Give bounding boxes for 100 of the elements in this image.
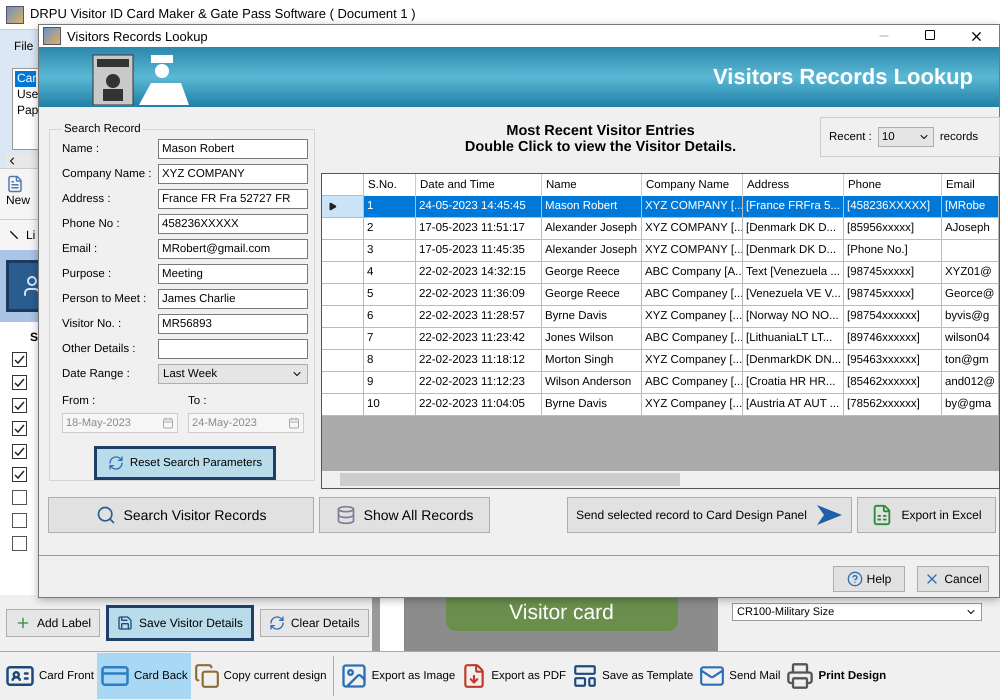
column-header[interactable]: Address (743, 174, 844, 196)
checkbox[interactable] (12, 352, 27, 367)
table-cell: XYZ Companey [... (642, 306, 743, 328)
recent-dropdown[interactable]: 10 (878, 127, 934, 147)
row-header (322, 174, 364, 196)
input-field[interactable]: XYZ COMPANY (158, 164, 308, 184)
checkbox[interactable] (12, 490, 27, 505)
printer-icon (786, 662, 814, 690)
toolbar-button[interactable]: Save as Template (569, 653, 696, 699)
checkbox[interactable] (12, 375, 27, 390)
table-cell: 5 (364, 284, 416, 306)
input-field[interactable]: MR56893 (158, 314, 308, 334)
input-field[interactable]: James Charlie (158, 289, 308, 309)
input-field[interactable]: France FR Fra 52727 FR (158, 189, 308, 209)
input-field[interactable]: Mason Robert (158, 139, 308, 159)
toolbar-button[interactable]: Copy current design (190, 653, 330, 699)
table-cell: 22-02-2023 11:18:12 (416, 350, 542, 372)
checkbox[interactable] (12, 536, 27, 551)
reset-button[interactable]: Reset Search Parameters (94, 446, 276, 480)
list-item[interactable]: Use (15, 87, 38, 103)
date-range-dropdown[interactable]: Last Week (158, 364, 308, 384)
input-field[interactable]: MRobert@gmail.com (158, 239, 308, 259)
checkbox[interactable] (12, 398, 27, 413)
checkbox[interactable] (12, 467, 27, 482)
toolbar-button[interactable]: Print Design (783, 653, 890, 699)
tool-label[interactable]: New (6, 193, 30, 207)
table-row[interactable]: 6 22-02-2023 11:28:57 Byrne Davis XYZ Companey [... [Norway NO NO... [98754xxxxxx] byvis@g (322, 306, 999, 328)
column-header[interactable]: Phone (844, 174, 942, 196)
toolbar-label: Export as Image (372, 670, 456, 682)
column-header[interactable]: Name (542, 174, 642, 196)
input-field[interactable]: Meeting (158, 264, 308, 284)
cancel-button[interactable]: Cancel (917, 566, 989, 592)
table-cell: 22-02-2023 14:32:15 (416, 262, 542, 284)
table-cell: [Denmark DK D... (743, 240, 844, 262)
show-all-button[interactable]: Show All Records (319, 497, 490, 533)
checkbox[interactable] (12, 444, 27, 459)
scrollbar[interactable] (322, 471, 999, 488)
table-row[interactable]: 9 22-02-2023 11:12:23 Wilson Anderson ABC Companey [... [Croatia HR HR... [85462xxxxxx] and012@ (322, 372, 999, 394)
column-header[interactable]: S.No. (364, 174, 416, 196)
table-cell: ABC Companey [... (642, 328, 743, 350)
scrollbar-thumb[interactable] (340, 473, 680, 486)
panel-button[interactable]: Save Visitor Details (106, 605, 254, 641)
column-header[interactable]: Company Name (642, 174, 743, 196)
help-button[interactable]: Help (833, 566, 905, 592)
column-header[interactable]: Email (942, 174, 999, 196)
toolbar-button[interactable]: Send Mail (696, 653, 784, 699)
search-records-button[interactable]: Search Visitor Records (48, 497, 314, 533)
table-cell: Georce@ (942, 284, 999, 306)
toolbar-button[interactable]: Card Back (96, 653, 191, 699)
toolbar-button[interactable]: Card Front (2, 653, 97, 699)
table-row[interactable]: 7 22-02-2023 11:23:42 Jones Wilson ABC Companey [... [LithuaniaLT LT... [89746xxxxxx] wilson04 (322, 328, 999, 350)
calendar-icon (288, 417, 300, 429)
table-cell: Jones Wilson (542, 328, 642, 350)
unit-label: records (940, 131, 978, 143)
table-cell: and012@ (942, 372, 999, 394)
table-cell: 6 (364, 306, 416, 328)
list-item[interactable]: Car (15, 71, 36, 87)
table-cell: [DenmarkDK DN... (743, 350, 844, 372)
checkbox[interactable] (12, 513, 27, 528)
copy-icon (194, 663, 220, 689)
tool-label[interactable]: Li (26, 228, 36, 242)
table-cell: ABC Companey [... (642, 284, 743, 306)
arrow-right-icon (814, 503, 843, 527)
table-row[interactable]: 5 22-02-2023 11:36:09 George Reece ABC Companey [... [Venezuela VE V... [98745xxxxx] Georce@ (322, 284, 999, 306)
input-field[interactable] (158, 339, 308, 359)
field-label: Email : (62, 243, 98, 255)
template-icon (572, 663, 598, 689)
banner-title: Visitors Records Lookup (713, 64, 973, 90)
column-header[interactable]: Date and Time (416, 174, 542, 196)
table-cell: [France FRFra 5... (743, 196, 844, 218)
check-icon (14, 423, 25, 434)
toolbar-button[interactable]: Export as PDF (458, 653, 570, 699)
input-field[interactable]: 458236XXXXX (158, 214, 308, 234)
table-cell: XYZ Companey [... (642, 394, 743, 416)
table-row[interactable]: 4 22-02-2023 14:32:15 George Reece ABC Company [A...Text [Venezuela ... [98745xxxxx] XYZ01@ (322, 262, 999, 284)
check-icon (14, 400, 25, 411)
table-cell (942, 240, 999, 262)
group-title: Search Record (63, 123, 142, 135)
size-dropdown[interactable]: CR100-Military Size (732, 603, 982, 621)
panel-button[interactable]: Clear Details (260, 609, 369, 637)
list-item[interactable]: Pap (15, 103, 38, 119)
field-label: Phone No : (62, 218, 121, 230)
table-cell: Mason Robert (542, 196, 642, 218)
current-row-icon (328, 202, 337, 211)
table-cell: Byrne Davis (542, 394, 642, 416)
table-row[interactable]: 10 22-02-2023 11:04:05 Byrne Davis XYZ Companey [... [Austria AT AUT ... [78562xxxxxx] by@gma (322, 394, 999, 416)
table-cell: [98745xxxxx] (844, 262, 942, 284)
menu-item[interactable]: File (14, 39, 34, 53)
dialog-title: Visitors Records Lookup (67, 28, 208, 44)
table-cell: XYZ01@ (942, 262, 999, 284)
send-record-button[interactable]: Send selected record to Card Design Panel (567, 497, 852, 533)
maximize-icon[interactable] (924, 28, 936, 40)
table-row[interactable]: 8 22-02-2023 11:18:12 Morton Singh XYZ Companey [... [DenmarkDK DN... [95463xxxxxx] ton@gm (322, 350, 999, 372)
row-header[interactable] (322, 196, 364, 218)
export-excel-button[interactable]: Export in Excel (857, 497, 996, 533)
checkbox[interactable] (12, 421, 27, 436)
panel-button[interactable]: Add Label (6, 609, 100, 637)
toolbar-button[interactable]: Export as Image (336, 653, 458, 699)
field-label: Name : (62, 143, 100, 155)
table-cell: 8 (364, 350, 416, 372)
